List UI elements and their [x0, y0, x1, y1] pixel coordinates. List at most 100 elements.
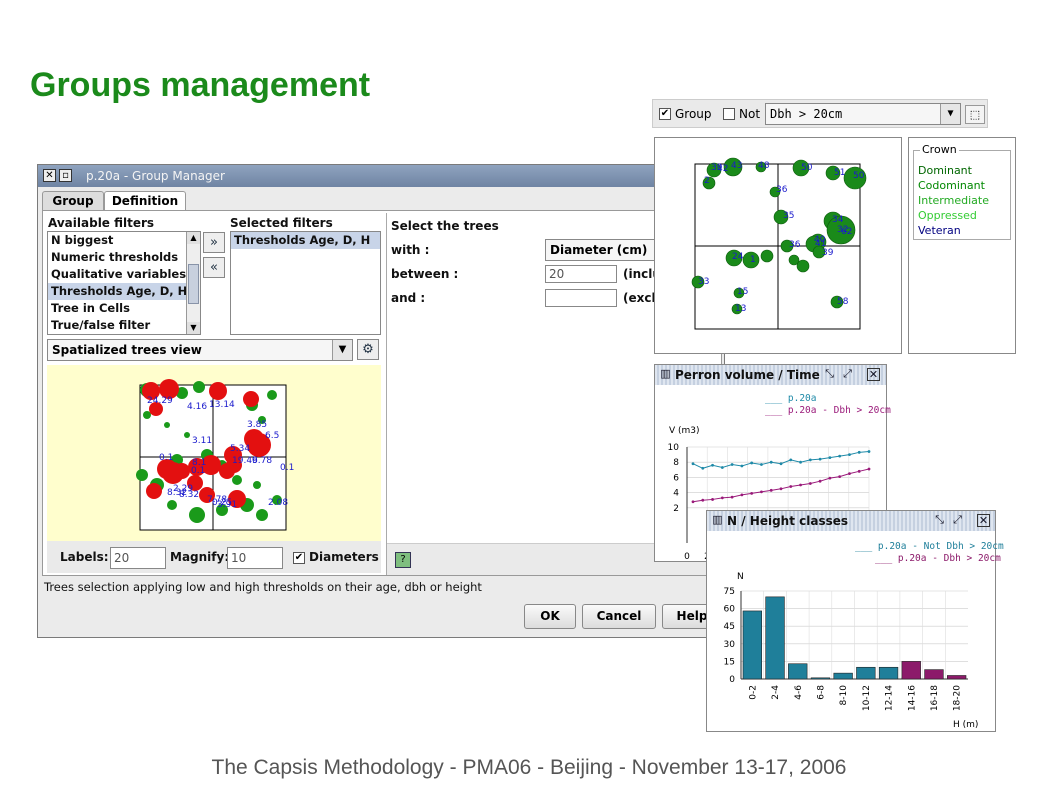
dialog-titlebar: p.20a - Group Manager: [38, 165, 724, 187]
low-threshold-input[interactable]: 20: [545, 265, 617, 283]
map-tree-label: 35: [783, 211, 794, 221]
crown-legend-items: Dominant Codominant Intermediate Oppress…: [918, 163, 989, 238]
available-filters-list[interactable]: N biggest Numeric thresholds Qualitative…: [47, 231, 201, 335]
x-tick-label: 4-6: [794, 685, 804, 700]
slide-footer: The Capsis Methodology - PMA06 - Beijing…: [211, 756, 847, 779]
y-tick-label: 8: [673, 458, 679, 468]
tree-marker: [184, 432, 190, 438]
tree-marker: [164, 422, 170, 428]
labels-input[interactable]: 20: [110, 547, 166, 569]
close-icon[interactable]: ✕: [977, 514, 990, 527]
tree-label: 3.11: [192, 436, 212, 446]
map-tree-label: 50: [853, 171, 865, 181]
tree-label: 19.46: [232, 456, 258, 466]
height-classes-window: N / Height classes ▥ ⤡ ⤢ ✕ ___ p.20a - N…: [706, 510, 1004, 732]
tree-label: 2.08: [268, 498, 288, 508]
close-icon[interactable]: ✕: [43, 169, 56, 182]
minimize-icon[interactable]: ⤡: [823, 368, 836, 381]
restore-icon[interactable]: ▫: [59, 169, 72, 182]
labels-label: Labels:: [60, 550, 109, 564]
bar: [788, 663, 808, 680]
help-icon[interactable]: ?: [395, 552, 411, 568]
chevron-down-icon[interactable]: ▼: [940, 104, 960, 124]
group-filter-value: Dbh > 20cm: [770, 107, 843, 121]
not-checkbox[interactable]: [723, 108, 735, 120]
cancel-button[interactable]: Cancel: [582, 604, 656, 629]
tree-label: 0.1: [191, 466, 205, 476]
map-tree-label: 13: [735, 304, 746, 314]
viewer-options-bar: Labels: 20 Magnify: 10 ✔ Diameters: [47, 541, 381, 573]
bar: [901, 661, 921, 680]
map-tree-label: 36: [789, 240, 801, 250]
view-selector[interactable]: Spatialized trees view ▼: [47, 339, 353, 361]
y-tick-label: 30: [724, 640, 736, 650]
tree-marker-selected: [146, 483, 162, 499]
tab-definition[interactable]: Definition: [104, 191, 186, 210]
x-tick-label: 8-10: [839, 685, 849, 706]
spatialized-trees-view[interactable]: 24.29 4.16 13.14 3.85 6.5 3.11 5.34 0.1 9.78 8.1 1…: [47, 365, 381, 541]
map-tree-label: 36: [776, 185, 788, 195]
chevron-down-icon[interactable]: ▼: [332, 340, 352, 360]
variable-selector[interactable]: Diameter (cm): [545, 239, 665, 261]
bar: [878, 666, 899, 680]
maximize-icon[interactable]: ⤢: [951, 514, 964, 527]
tree-label: 4.16: [187, 402, 207, 412]
close-icon[interactable]: ✕: [867, 368, 880, 381]
tree-label: 5.34: [230, 444, 250, 454]
group-filter-select[interactable]: Dbh > 20cm ▼: [765, 103, 961, 125]
ok-button[interactable]: OK: [524, 604, 576, 629]
selection-tool-icon[interactable]: ⬚: [965, 105, 985, 124]
magnify-label: Magnify:: [170, 550, 230, 564]
list-item[interactable]: Qualitative variables: [48, 266, 200, 283]
list-item[interactable]: Numeric thresholds: [48, 249, 200, 266]
bar: [947, 675, 967, 680]
list-item[interactable]: True/false filter: [48, 317, 200, 334]
selected-filters-list[interactable]: Thresholds Age, D, H: [230, 231, 381, 335]
map-tree-label: 34: [832, 215, 844, 225]
list-item[interactable]: Thresholds Age, D, H: [231, 232, 380, 249]
view-settings-button[interactable]: ⚙: [357, 339, 379, 360]
scroll-thumb[interactable]: [188, 264, 199, 304]
bar: [765, 596, 785, 680]
y-tick-label: 45: [724, 622, 735, 632]
map-tree-label: 42: [717, 164, 728, 174]
x-tick-label: 12-14: [885, 685, 895, 711]
list-item[interactable]: N biggest: [48, 232, 200, 249]
tree-label: 8.32: [179, 490, 199, 500]
minimize-icon[interactable]: ⤡: [933, 514, 946, 527]
bar: [924, 669, 944, 680]
tree-marker-selected: [243, 391, 259, 407]
height-window-title: N / Height classes: [727, 514, 849, 528]
maximize-icon[interactable]: ⤢: [841, 368, 854, 381]
available-filters-scrollbar[interactable]: ▲ ▼: [186, 232, 200, 334]
tab-group[interactable]: Group: [42, 191, 104, 210]
scroll-down-icon[interactable]: ▼: [187, 322, 200, 334]
list-item[interactable]: Thresholds Age, D, H: [48, 283, 200, 300]
y-tick-label: 60: [724, 605, 736, 615]
tree-marker-selected: [209, 382, 227, 400]
diameters-checkbox[interactable]: ✔: [293, 552, 305, 564]
tree-map-svg: 24.294.16 13.143.856.53.115.340.1 9.788.1 1…: [136, 379, 294, 531]
height-xlabel: H (m): [953, 720, 978, 730]
double-chevron-right-icon: »: [210, 235, 218, 250]
list-item[interactable]: Tree in Cells: [48, 300, 200, 317]
remove-filter-button[interactable]: «: [203, 257, 225, 278]
scroll-up-icon[interactable]: ▲: [187, 232, 200, 244]
bar: [810, 677, 831, 680]
x-tick-label: 6-8: [816, 685, 826, 700]
y-tick-label: 6: [673, 473, 679, 483]
y-tick-label: 4: [673, 489, 679, 499]
volume-window-title: Perron volume / Time: [675, 368, 820, 382]
group-checkbox[interactable]: ✔: [659, 108, 671, 120]
legend-filtered-label: p.20a - Dbh > 20cm: [787, 405, 891, 416]
with-label: with :: [391, 243, 430, 257]
add-filter-button[interactable]: »: [203, 232, 225, 253]
and-label: and :: [391, 291, 426, 305]
map-tree-marker: [796, 259, 810, 273]
legend-not-filtered: ___ p.20a - Not Dbh > 20cm: [855, 541, 1004, 552]
crown-legend-title: Crown: [920, 143, 959, 156]
magnify-input[interactable]: 10: [227, 547, 283, 569]
x-tick-label: 0-2: [748, 685, 758, 700]
high-threshold-input[interactable]: [545, 289, 617, 307]
legend-item-intermediate: Intermediate: [918, 194, 989, 207]
